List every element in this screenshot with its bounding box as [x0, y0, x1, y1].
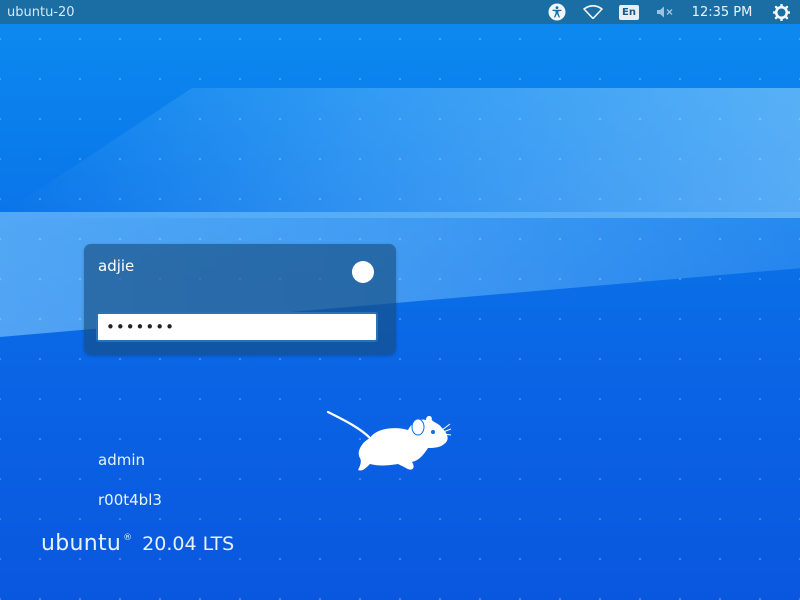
- language-label: En: [619, 4, 639, 20]
- top-panel: ubuntu-20 En 12:35 PM: [0, 0, 800, 24]
- ubuntu-version: 20.04 LTS: [142, 533, 235, 555]
- session-indicator-icon[interactable]: [352, 261, 374, 283]
- wifi-icon[interactable]: [576, 0, 610, 24]
- ubuntu-wordmark: ubuntu: [41, 531, 122, 556]
- accessibility-icon[interactable]: [542, 0, 572, 24]
- volume-muted-icon[interactable]: [650, 0, 680, 24]
- indicator-tray: En 12:35 PM: [542, 0, 800, 24]
- clock[interactable]: 12:35 PM: [686, 0, 758, 24]
- light-band-top: [0, 88, 800, 218]
- ubuntu-branding: ubuntu ® 20.04 LTS: [41, 531, 234, 556]
- hostname-label: ubuntu-20: [7, 4, 75, 20]
- clock-label: 12:35 PM: [691, 4, 753, 20]
- selected-username[interactable]: adjie: [98, 257, 134, 275]
- user-list-item-admin[interactable]: admin: [98, 451, 145, 469]
- login-card: adjie: [84, 244, 396, 355]
- user-list-item-r00t4bl3[interactable]: r00t4bl3: [98, 491, 162, 509]
- power-icon[interactable]: [770, 0, 792, 24]
- ubuntu-circle-of-friends-icon: ®: [123, 533, 133, 543]
- xfce-mouse-logo: [326, 410, 452, 471]
- keyboard-layout-indicator[interactable]: En: [614, 0, 644, 24]
- password-field[interactable]: [96, 312, 378, 342]
